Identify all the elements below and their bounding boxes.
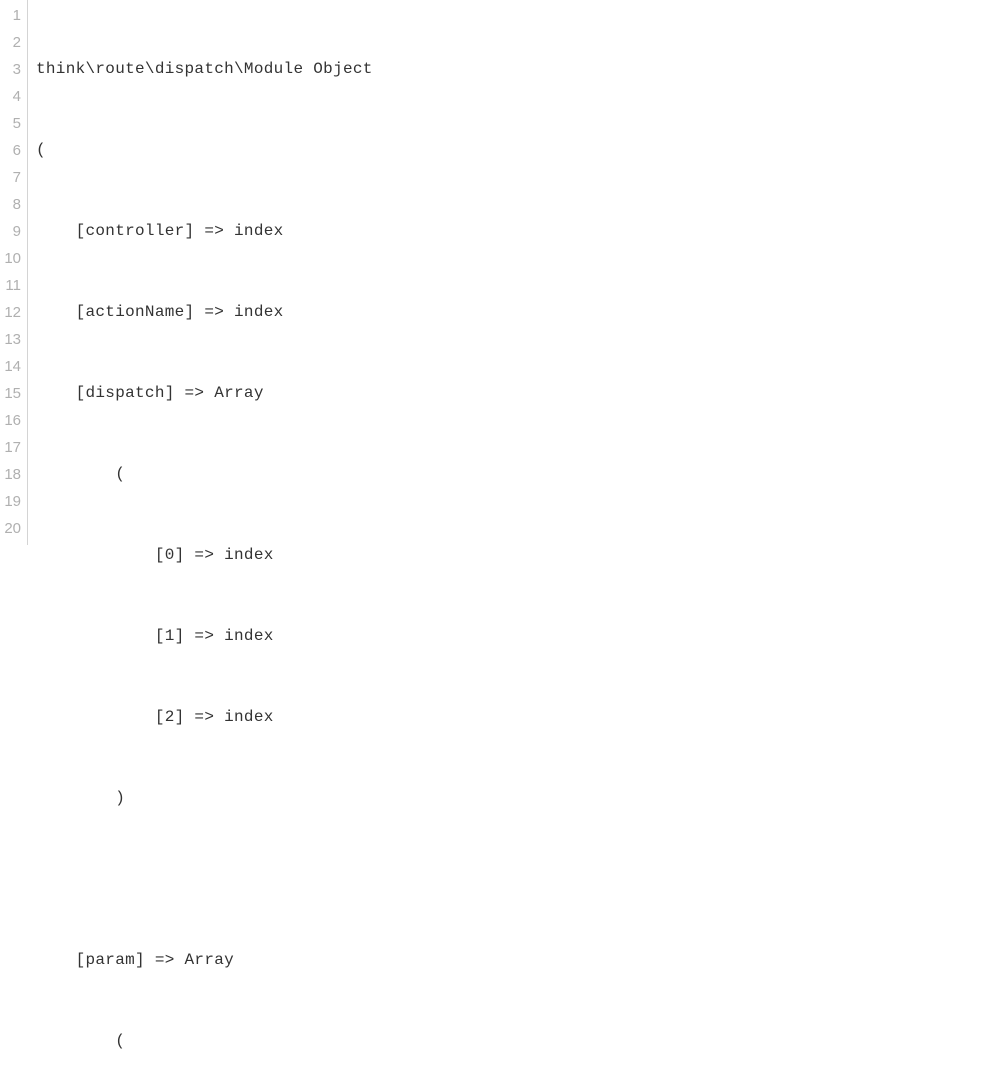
code-line: [1] => index xyxy=(36,623,373,650)
line-number: 5 xyxy=(2,110,21,137)
line-number: 2 xyxy=(2,29,21,56)
line-number: 14 xyxy=(2,353,21,380)
line-number: 10 xyxy=(2,245,21,272)
line-number: 6 xyxy=(2,137,21,164)
code-line: ( xyxy=(36,461,373,488)
line-number: 17 xyxy=(2,434,21,461)
line-number: 9 xyxy=(2,218,21,245)
line-number-gutter: 1 2 3 4 5 6 7 8 9 10 11 12 13 14 15 16 1… xyxy=(0,0,28,545)
line-number: 19 xyxy=(2,488,21,515)
code-line: [0] => index xyxy=(36,542,373,569)
code-line xyxy=(36,866,373,893)
line-number: 18 xyxy=(2,461,21,488)
code-line: [param] => Array xyxy=(36,947,373,974)
line-number: 4 xyxy=(2,83,21,110)
line-number: 8 xyxy=(2,191,21,218)
code-line: ) xyxy=(36,785,373,812)
code-line: ( xyxy=(36,1028,373,1055)
code-line: [2] => index xyxy=(36,704,373,731)
line-number: 16 xyxy=(2,407,21,434)
line-number: 7 xyxy=(2,164,21,191)
line-number: 11 xyxy=(2,272,21,299)
line-number: 1 xyxy=(2,2,21,29)
code-line: think\route\dispatch\Module Object xyxy=(36,56,373,83)
code-line: [dispatch] => Array xyxy=(36,380,373,407)
line-number: 13 xyxy=(2,326,21,353)
line-number: 12 xyxy=(2,299,21,326)
code-area[interactable]: think\route\dispatch\Module Object ( [co… xyxy=(28,0,373,545)
line-number: 3 xyxy=(2,56,21,83)
line-number: 20 xyxy=(2,515,21,542)
code-line: [controller] => index xyxy=(36,218,373,245)
line-number: 15 xyxy=(2,380,21,407)
code-line: [actionName] => index xyxy=(36,299,373,326)
code-line: ( xyxy=(36,137,373,164)
